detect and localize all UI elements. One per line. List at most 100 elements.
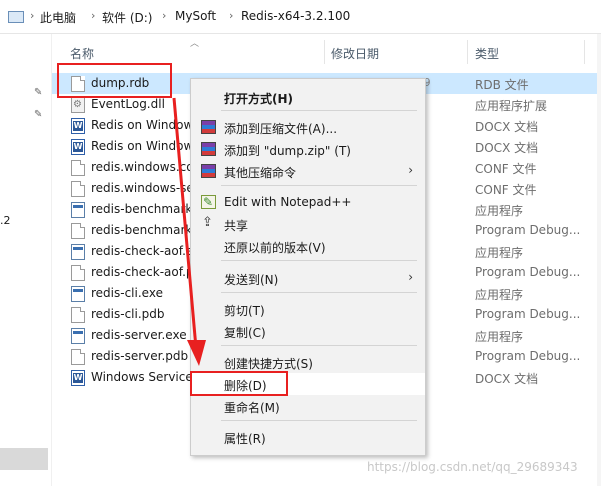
exe-file-icon <box>71 244 85 260</box>
annotation-box-delete <box>190 371 288 396</box>
menu-item-label: 添加到 "dump.zip" (T) <box>224 144 351 158</box>
column-divider[interactable] <box>584 40 585 64</box>
file-name: redis-server.exe <box>91 328 187 342</box>
file-name: redis-benchmark.exe <box>91 202 191 216</box>
menu-add-to-zip[interactable]: 添加到 "dump.zip" (T) <box>191 138 425 160</box>
menu-item-label: 发送到(N) <box>224 273 279 287</box>
menu-item-label: 属性(R) <box>224 432 266 446</box>
breadcrumb-separator: › <box>229 9 234 22</box>
blank-file-icon <box>71 160 85 176</box>
pin-icon[interactable]: ✎ <box>34 110 44 120</box>
menu-restore-versions[interactable]: 还原以前的版本(V) <box>191 235 425 257</box>
winrar-icon <box>201 164 216 178</box>
this-pc-icon <box>8 11 24 23</box>
menu-properties[interactable]: 属性(R) <box>191 426 425 448</box>
menu-item-label: 复制(C) <box>224 326 266 340</box>
menu-cut[interactable]: 剪切(T) <box>191 298 425 320</box>
menu-open-with[interactable]: 打开方式(H) <box>191 86 425 108</box>
menu-item-label: 其他压缩命令 <box>224 166 297 180</box>
word-file-icon <box>71 118 85 134</box>
watermark: https://blog.csdn.net/qq_29689343 <box>367 460 578 474</box>
file-name: Windows Service <box>91 370 191 384</box>
breadcrumb-redis-folder[interactable]: Redis-x64-3.2.100 <box>241 9 350 23</box>
exe-file-icon <box>71 286 85 302</box>
word-file-icon <box>71 370 85 386</box>
navigation-pane[interactable]: ✎ ✎ .2 <box>0 34 52 486</box>
share-icon <box>201 215 216 231</box>
file-name: redis-benchmark.pdb <box>91 223 191 237</box>
vertical-scrollbar[interactable] <box>597 34 601 486</box>
breadcrumb-separator: › <box>30 9 35 22</box>
nav-item-version[interactable]: .2 <box>0 214 11 227</box>
file-type: Program Debug... <box>475 223 581 237</box>
context-menu[interactable]: 打开方式(H) 添加到压缩文件(A)... 添加到 "dump.zip" (T) 其他… <box>190 78 426 456</box>
breadcrumb-separator: › <box>91 9 96 22</box>
winrar-icon <box>201 120 216 134</box>
menu-item-label: 添加到压缩文件(A)... <box>224 122 338 136</box>
breadcrumb-separator: › <box>162 9 167 22</box>
menu-item-label: 还原以前的版本(V) <box>224 241 326 255</box>
file-type: DOCX 文档 <box>475 120 539 134</box>
column-header-type[interactable]: 类型 <box>475 45 499 62</box>
breadcrumb-this-pc[interactable]: 此电脑 <box>40 9 76 26</box>
file-name: redis-check-aof.pdb <box>91 265 191 279</box>
menu-share[interactable]: 共享 <box>191 213 425 235</box>
file-name: Redis on Windows <box>91 118 191 132</box>
file-name: EventLog.dll <box>91 97 165 111</box>
winrar-icon <box>201 142 216 156</box>
menu-other-compress[interactable]: 其他压缩命令 › <box>191 160 425 182</box>
file-type: 应用程序 <box>475 246 524 260</box>
menu-send-to[interactable]: 发送到(N) › <box>191 267 425 289</box>
column-divider[interactable] <box>467 40 468 64</box>
chevron-right-icon: › <box>408 270 413 284</box>
menu-item-label: 剪切(T) <box>224 304 265 318</box>
nav-selected-item[interactable] <box>0 448 48 470</box>
menu-separator <box>221 292 417 293</box>
chevron-right-icon: › <box>408 163 413 177</box>
pin-icon[interactable]: ✎ <box>34 88 44 98</box>
menu-separator <box>221 185 417 186</box>
breadcrumb-mysoft[interactable]: MySoft <box>175 9 216 23</box>
word-file-icon <box>71 139 85 155</box>
file-type: RDB 文件 <box>475 78 529 92</box>
menu-item-label: 共享 <box>224 219 249 233</box>
file-type: Program Debug... <box>475 265 581 279</box>
menu-separator <box>221 260 417 261</box>
menu-separator <box>221 345 417 346</box>
column-header-date[interactable]: 修改日期 <box>331 45 379 62</box>
notepadpp-icon <box>201 195 216 209</box>
menu-edit-notepadpp[interactable]: Edit with Notepad++ <box>191 191 425 213</box>
menu-item-label: 创建快捷方式(S) <box>224 357 313 371</box>
file-name: redis.windows-service.conf <box>91 181 191 195</box>
menu-add-to-archive[interactable]: 添加到压缩文件(A)... <box>191 116 425 138</box>
column-header-name[interactable]: 名称 <box>70 45 94 62</box>
file-type: CONF 文件 <box>475 162 537 176</box>
file-type: 应用程序扩展 <box>475 99 548 113</box>
file-name: redis-check-aof.exe <box>91 244 191 258</box>
menu-item-label: 打开方式(H) <box>224 92 294 106</box>
file-type: DOCX 文档 <box>475 141 539 155</box>
exe-file-icon <box>71 328 85 344</box>
menu-copy[interactable]: 复制(C) <box>191 320 425 342</box>
annotation-box-dump-rdb <box>57 63 172 98</box>
menu-separator <box>221 110 417 111</box>
blank-file-icon <box>71 265 85 281</box>
sort-ascending-icon: ︿ <box>190 39 200 49</box>
file-type: 应用程序 <box>475 330 524 344</box>
blank-file-icon <box>71 223 85 239</box>
file-name: redis-cli.exe <box>91 286 163 300</box>
file-type: Program Debug... <box>475 307 581 321</box>
file-type: 应用程序 <box>475 204 524 218</box>
exe-file-icon <box>71 202 85 218</box>
dll-file-icon <box>71 97 85 113</box>
address-bar[interactable]: › 此电脑 › 软件 (D:) › MySoft › Redis-x64-3.2… <box>0 0 601 34</box>
breadcrumb-drive-d[interactable]: 软件 (D:) <box>102 9 152 26</box>
column-divider[interactable] <box>324 40 325 64</box>
file-type: CONF 文件 <box>475 183 537 197</box>
blank-file-icon <box>71 307 85 323</box>
menu-create-shortcut[interactable]: 创建快捷方式(S) <box>191 351 425 373</box>
file-name: redis.windows.conf <box>91 160 191 174</box>
blank-file-icon <box>71 349 85 365</box>
menu-item-label: Edit with Notepad++ <box>224 195 352 209</box>
menu-rename[interactable]: 重命名(M) <box>191 395 425 417</box>
